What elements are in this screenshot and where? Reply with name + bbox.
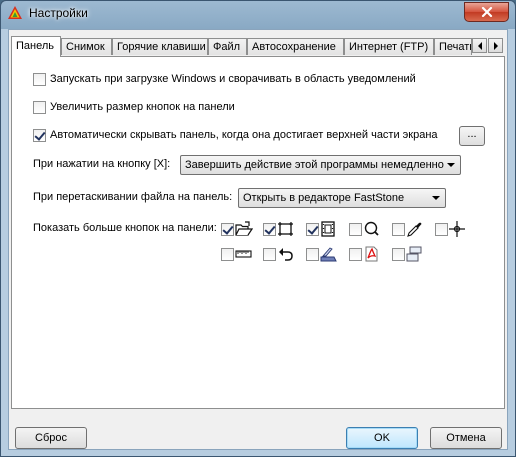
on-close-dropdown[interactable]: Завершить действие этой программы немедл… [180,155,461,175]
open-folder-icon [235,221,253,237]
autohide-more-button[interactable]: ... [459,126,485,146]
undo-icon [277,246,295,262]
close-icon [481,7,492,17]
reset-button[interactable]: Сброс [15,427,87,449]
window-stack-checkbox[interactable] [392,248,405,261]
tab-strip: Панель Снимок Горячие клавиши Файл Автос… [11,36,505,57]
tab-scroll-left[interactable] [472,38,487,53]
bigger-buttons-checkbox[interactable] [33,101,46,114]
cancel-button[interactable]: Отмена [430,427,502,449]
tab-hotkeys[interactable]: Горячие клавиши [112,38,208,55]
chevron-down-icon [432,196,440,200]
capture-rectangle-checkbox[interactable] [263,223,276,236]
autohide-checkbox[interactable] [33,129,46,142]
scanner-checkbox[interactable] [306,248,319,261]
tab-print[interactable]: Печать [434,38,472,55]
pdf-checkbox[interactable] [349,248,362,261]
tab-internet-ftp[interactable]: Интернет (FTP) [344,38,434,55]
scanner-icon [320,246,338,262]
settings-window: Настройки Панель Снимок Горячие клавиши … [0,0,516,457]
close-button[interactable] [464,2,509,22]
ok-button[interactable]: OK [346,427,418,449]
title-bar[interactable]: Настройки [1,1,515,27]
arrow-left-icon [477,41,482,50]
magnifier-icon [363,221,381,237]
crosshair-icon [449,221,467,237]
tab-capture[interactable]: Снимок [61,38,112,55]
on-close-label: При нажатии на кнопку [X]: [33,158,171,170]
bigger-buttons-label: Увеличить размер кнопок на панели [50,101,235,113]
ruler-checkbox[interactable] [221,248,234,261]
on-drop-dropdown[interactable]: Открыть в редакторе FastStone [238,188,446,208]
autohide-label: Автоматически скрывать панель, когда она… [50,129,438,141]
color-picker-icon [406,221,424,237]
crosshair-checkbox[interactable] [435,223,448,236]
color-picker-checkbox[interactable] [392,223,405,236]
window-title: Настройки [29,6,88,20]
tab-autosave[interactable]: Автосохранение [247,38,344,55]
filmstrip-checkbox[interactable] [306,223,319,236]
dialog-client: Панель Снимок Горячие клавиши Файл Автос… [8,29,508,450]
tab-panel[interactable]: Панель [11,36,61,57]
tab-panel-content: Запускать при загрузке Windows и сворачи… [11,56,505,409]
magnifier-checkbox[interactable] [349,223,362,236]
ruler-icon [235,246,253,262]
open-folder-checkbox[interactable] [221,223,234,236]
chevron-down-icon [447,163,455,167]
tab-scroll-right[interactable] [488,38,503,53]
tab-file[interactable]: Файл [208,38,247,55]
window-stack-icon [406,246,424,262]
pdf-icon [363,246,381,262]
more-buttons-label: Показать больше кнопок на панели: [33,222,217,234]
on-drop-label: При перетаскивании файла на панель: [33,191,233,203]
startup-label: Запускать при загрузке Windows и сворачи… [50,73,416,85]
startup-checkbox[interactable] [33,73,46,86]
app-icon [7,5,23,21]
filmstrip-icon [320,221,338,237]
arrow-right-icon [493,41,498,50]
on-drop-value: Открыть в редакторе FastStone [243,192,405,204]
undo-checkbox[interactable] [263,248,276,261]
on-close-value: Завершить действие этой программы немедл… [185,159,444,171]
capture-rectangle-icon [277,221,295,237]
